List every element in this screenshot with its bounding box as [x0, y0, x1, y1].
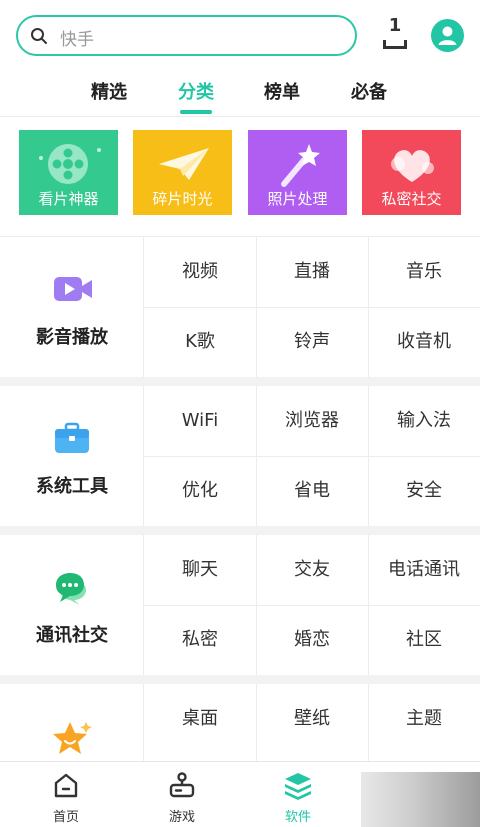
user-avatar[interactable] [431, 19, 464, 52]
banner-private-social[interactable]: 私密社交 [362, 130, 461, 215]
software-stack-icon [285, 773, 311, 800]
banner-label: 照片处理 [267, 190, 328, 208]
nav-label: 首页 [52, 810, 79, 825]
home-icon [54, 773, 78, 798]
top-bar: 快手 1 [0, 0, 480, 70]
nav-games[interactable]: 游戏 [134, 762, 230, 827]
section-title: 通讯社交 [36, 625, 108, 646]
search-placeholder: 快手 [60, 30, 94, 50]
category-item-browser[interactable]: 浏览器 [256, 386, 368, 456]
section-title: 系统工具 [36, 476, 108, 497]
category-item-radio[interactable]: 收音机 [368, 307, 480, 377]
section-header[interactable]: 系统工具 [0, 386, 144, 526]
section-title: 影音播放 [36, 327, 108, 348]
download-tray-icon [383, 40, 407, 49]
category-item-music[interactable]: 音乐 [368, 237, 480, 307]
category-item-input-method[interactable]: 输入法 [368, 386, 480, 456]
gamepad-icon [169, 772, 195, 798]
category-section-communication: 通讯社交 聊天 交友 电话通讯 私密 婚恋 社区 [0, 535, 480, 675]
banner-spare-time[interactable]: 碎片时光 [133, 130, 232, 215]
video-camera-icon [54, 277, 92, 301]
download-count: 1 [388, 15, 402, 36]
user-icon [438, 26, 457, 45]
nav-software[interactable]: 软件 [250, 762, 346, 827]
banner-label: 碎片时光 [152, 190, 213, 208]
active-tab-indicator [180, 110, 212, 114]
category-item-optimize[interactable]: 优化 [144, 456, 256, 526]
section-header[interactable]: 通讯社交 [0, 535, 144, 675]
tab-essentials[interactable]: 必备 [351, 78, 387, 104]
star-face-icon [53, 722, 92, 754]
divider [0, 116, 480, 117]
tab-categories[interactable]: 分类 [178, 78, 214, 104]
section-gap [0, 377, 480, 386]
category-item-phone[interactable]: 电话通讯 [368, 535, 480, 605]
nav-home[interactable]: 首页 [18, 762, 114, 827]
nav-label: 游戏 [168, 810, 195, 825]
category-item-chat[interactable]: 聊天 [144, 535, 256, 605]
category-item-community[interactable]: 社区 [368, 605, 480, 675]
tab-rankings[interactable]: 榜单 [264, 78, 300, 104]
download-manager-button[interactable]: 1 [381, 15, 409, 52]
category-section-media: 影音播放 视频 直播 音乐 K歌 铃声 收音机 [0, 237, 480, 377]
banner-photo-editing[interactable]: 照片处理 [248, 130, 347, 215]
section-gap [0, 675, 480, 684]
search-input[interactable]: 快手 [16, 15, 357, 56]
category-section-system-tools: 系统工具 WiFi 浏览器 输入法 优化 省电 安全 [0, 386, 480, 526]
category-item-security[interactable]: 安全 [368, 456, 480, 526]
category-item-power-saving[interactable]: 省电 [256, 456, 368, 526]
category-item-launcher[interactable]: 桌面 [144, 684, 256, 754]
search-icon [31, 28, 47, 44]
category-item-themes[interactable]: 主题 [368, 684, 480, 754]
category-item-ringtones[interactable]: 铃声 [256, 307, 368, 377]
category-item-dating[interactable]: 交友 [256, 535, 368, 605]
category-item-karaoke[interactable]: K歌 [144, 307, 256, 377]
category-item-wifi[interactable]: WiFi [144, 386, 256, 456]
tab-featured[interactable]: 精选 [91, 78, 127, 104]
category-item-marriage[interactable]: 婚恋 [256, 605, 368, 675]
chat-bubbles-icon [56, 573, 86, 605]
banner-label: 看片神器 [38, 190, 99, 208]
obscured-corner [361, 772, 480, 827]
section-header[interactable] [0, 684, 144, 761]
banner-video-tools[interactable]: 看片神器 [19, 130, 118, 215]
section-gap [0, 526, 480, 535]
category-item-wallpaper[interactable]: 壁纸 [256, 684, 368, 754]
toolbox-icon [55, 422, 89, 453]
nav-label: 软件 [284, 810, 311, 825]
category-item-video[interactable]: 视频 [144, 237, 256, 307]
category-item-live[interactable]: 直播 [256, 237, 368, 307]
category-section-personalization: 桌面 壁纸 主题 [0, 684, 480, 761]
category-tabs: 精选 分类 榜单 必备 [0, 70, 480, 116]
category-item-private[interactable]: 私密 [144, 605, 256, 675]
banner-label: 私密社交 [381, 190, 442, 208]
section-header[interactable]: 影音播放 [0, 237, 144, 377]
